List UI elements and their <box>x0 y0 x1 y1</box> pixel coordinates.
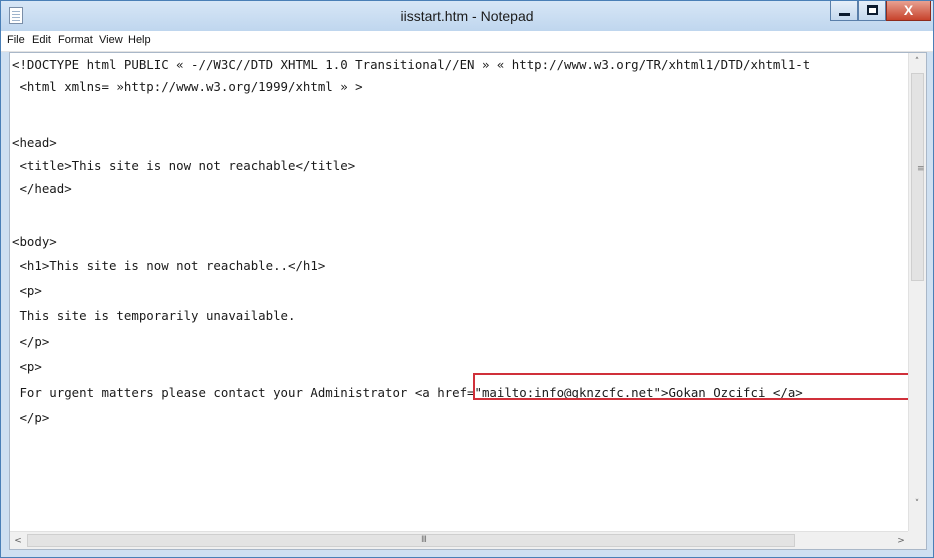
code-line: <body> <box>12 234 57 249</box>
code-line: <!DOCTYPE html PUBLIC « -//W3C//DTD XHTM… <box>12 57 811 72</box>
vertical-scroll-thumb[interactable]: ≡ <box>911 73 925 281</box>
code-line: </p> <box>12 334 50 349</box>
menu-help[interactable]: Help <box>128 34 151 46</box>
window-title: iisstart.htm - Notepad <box>400 8 534 24</box>
code-line: <p> <box>12 283 42 298</box>
minimize-icon <box>839 13 850 16</box>
scroll-up-arrow-icon[interactable]: ˄ <box>909 54 925 70</box>
code-line: </p> <box>12 410 50 425</box>
vertical-scrollbar[interactable]: ˄ ≡ ˅ <box>908 53 926 532</box>
horizontal-scroll-thumb[interactable]: III <box>27 534 795 547</box>
title-bar[interactable]: iisstart.htm - Notepad X <box>1 1 933 31</box>
scroll-left-arrow-icon[interactable]: < <box>10 533 26 549</box>
close-button[interactable]: X <box>886 1 931 21</box>
menu-file[interactable]: File <box>7 34 25 46</box>
code-line: <html xmlns= »http://www.w3.org/1999/xht… <box>12 79 363 94</box>
code-line: </head> <box>12 181 72 196</box>
code-line: <p> <box>12 359 42 374</box>
menu-view[interactable]: View <box>99 34 123 46</box>
mailto-highlight-box <box>473 373 909 400</box>
grip-icon: III <box>421 535 427 545</box>
code-line: <head> <box>12 135 57 150</box>
editor-text-area[interactable]: <!DOCTYPE html PUBLIC « -//W3C//DTD XHTM… <box>10 53 909 532</box>
code-line: This site is temporarily unavailable. <box>12 308 296 323</box>
maximize-icon <box>867 5 878 15</box>
close-icon: X <box>903 2 914 18</box>
horizontal-scrollbar[interactable]: < III > <box>10 531 909 549</box>
scroll-down-arrow-icon[interactable]: ˅ <box>909 496 925 512</box>
maximize-button[interactable] <box>858 1 886 21</box>
menu-bar: File Edit Format View Help <box>1 31 933 52</box>
menu-format[interactable]: Format <box>58 34 93 46</box>
scroll-right-arrow-icon[interactable]: > <box>893 533 909 549</box>
code-line: <title>This site is now not reachable</t… <box>12 158 356 173</box>
notepad-window: iisstart.htm - Notepad X File Edit Forma… <box>0 0 934 558</box>
grip-icon: ≡ <box>917 164 925 174</box>
size-grip <box>908 531 926 549</box>
minimize-button[interactable] <box>830 1 858 21</box>
text-editor[interactable]: <!DOCTYPE html PUBLIC « -//W3C//DTD XHTM… <box>9 52 927 550</box>
menu-edit[interactable]: Edit <box>32 34 51 46</box>
code-line: <h1>This site is now not reachable..</h1… <box>12 258 326 273</box>
